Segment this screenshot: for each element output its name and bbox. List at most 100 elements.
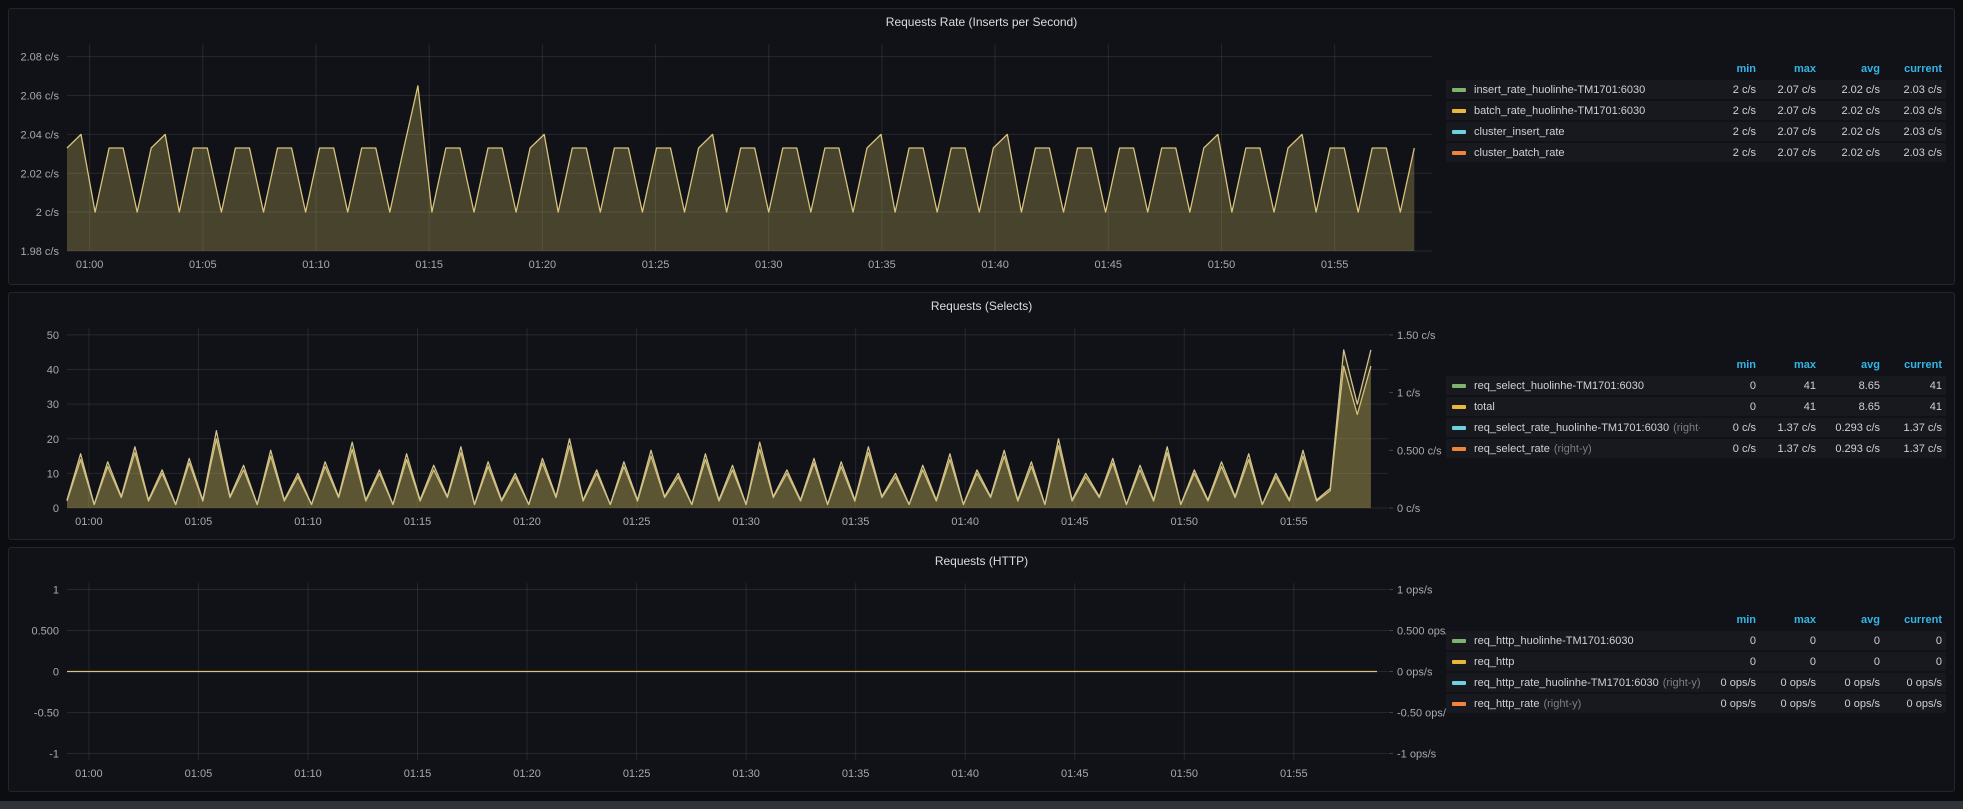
x-tick-label: 01:30	[732, 768, 760, 780]
legend-value-max: 1.37 c/s	[1756, 443, 1816, 455]
legend-series-name[interactable]: req_select_huolinhe-TM1701:6030	[1474, 380, 1644, 392]
legend-header-row: minmaxavgcurrent	[1446, 611, 1946, 629]
x-tick-label: 01:40	[951, 516, 979, 528]
legend-value-min: 0	[1700, 401, 1756, 413]
legend-row: req_http_huolinhe-TM1701:60300000	[1446, 631, 1946, 650]
x-tick-label: 01:45	[1095, 259, 1123, 271]
legend-series-name[interactable]: req_http_rate	[1474, 698, 1539, 710]
legend-series-axis-suffix: (right-y)	[1673, 422, 1700, 434]
legend-series-name[interactable]: req_http_huolinhe-TM1701:6030	[1474, 635, 1634, 647]
legend-series-label: req_http	[1446, 656, 1700, 668]
legend-header-current[interactable]: current	[1880, 359, 1946, 371]
y-tick-label: 2 c/s	[36, 207, 60, 219]
graph-canvas-inserts[interactable]: 01:0001:0501:1001:1501:2001:2501:3001:35…	[17, 34, 1446, 282]
y-tick-label: 10	[47, 468, 59, 480]
panel-body: 01:0001:0501:1001:1501:2001:2501:3001:35…	[17, 318, 1946, 539]
legend-series-name[interactable]: req_select_rate	[1474, 443, 1550, 455]
legend-series-name[interactable]: cluster_batch_rate	[1474, 147, 1565, 159]
legend-row: req_select_rate_huolinhe-TM1701:6030 (rig…	[1446, 418, 1946, 437]
series-color-dash-icon	[1452, 130, 1466, 134]
graph-canvas-http[interactable]: 01:0001:0501:1001:1501:2001:2501:3001:35…	[17, 573, 1446, 791]
x-tick-label: 01:10	[294, 516, 322, 528]
y-tick-label: 0	[53, 667, 59, 679]
x-tick-label: 01:15	[404, 516, 432, 528]
chart-svg[interactable]: 01:0001:0501:1001:1501:2001:2501:3001:35…	[17, 34, 1446, 277]
legend-value-avg: 0.293 c/s	[1816, 443, 1880, 455]
legend-value-current: 2.03 c/s	[1880, 147, 1946, 159]
x-tick-label: 01:05	[185, 516, 213, 528]
series-color-dash-icon	[1452, 639, 1466, 643]
legend-value-min: 2 c/s	[1700, 147, 1756, 159]
legend-series-name[interactable]: req_http	[1474, 656, 1514, 668]
x-tick-label: 01:45	[1061, 516, 1089, 528]
legend-value-current: 0 ops/s	[1880, 677, 1946, 689]
legend-header-current[interactable]: current	[1880, 614, 1946, 626]
x-tick-label: 01:45	[1061, 768, 1089, 780]
panel-title-requests-http[interactable]: Requests (HTTP)	[17, 548, 1946, 573]
legend-header-current[interactable]: current	[1880, 63, 1946, 75]
legend-header-avg[interactable]: avg	[1816, 614, 1880, 626]
legend-series-name[interactable]: req_select_rate_huolinhe-TM1701:6030	[1474, 422, 1669, 434]
panel-title-requests-rate-inserts[interactable]: Requests Rate (Inserts per Second)	[17, 9, 1946, 34]
panel-body: 01:0001:0501:1001:1501:2001:2501:3001:35…	[17, 34, 1946, 282]
legend-value-current: 2.03 c/s	[1880, 126, 1946, 138]
legend-header-max[interactable]: max	[1756, 614, 1816, 626]
legend-value-current: 0	[1880, 656, 1946, 668]
legend-value-max: 2.07 c/s	[1756, 126, 1816, 138]
series-color-dash-icon	[1452, 426, 1466, 430]
legend-value-avg: 0 ops/s	[1816, 677, 1880, 689]
x-tick-label: 01:05	[189, 259, 217, 271]
legend-series-name[interactable]: total	[1474, 401, 1495, 413]
series-color-dash-icon	[1452, 384, 1466, 388]
legend-series-label: req_http_rate(right-y)	[1446, 698, 1700, 710]
legend-series-name[interactable]: insert_rate_huolinhe-TM1701:6030	[1474, 84, 1645, 96]
legend-series-label: req_select_rate (right-y)	[1446, 443, 1700, 455]
y-tick-label: 50	[47, 330, 59, 342]
legend-value-min: 0	[1700, 656, 1756, 668]
y-right-tick-label: -1 ops/s	[1397, 748, 1437, 760]
legend-header-max[interactable]: max	[1756, 359, 1816, 371]
legend-value-max: 2.07 c/s	[1756, 105, 1816, 117]
legend-value-avg: 8.65	[1816, 380, 1880, 392]
legend-header-min[interactable]: min	[1700, 63, 1756, 75]
x-tick-label: 01:35	[842, 768, 870, 780]
series-area-fill	[67, 86, 1414, 251]
legend-row: insert_rate_huolinhe-TM1701:60302 c/s2.0…	[1446, 80, 1946, 99]
legend-row: req_http_rate(right-y)0 ops/s0 ops/s0 op…	[1446, 694, 1946, 713]
panel-requests-rate-inserts: Requests Rate (Inserts per Second) 01:00…	[8, 8, 1955, 285]
legend-series-label: req_http_huolinhe-TM1701:6030	[1446, 635, 1700, 647]
legend-value-current: 0 ops/s	[1880, 698, 1946, 710]
series-color-dash-icon	[1452, 660, 1466, 664]
legend-series-name[interactable]: req_http_rate_huolinhe-TM1701:6030	[1474, 677, 1659, 689]
chart-svg[interactable]: 01:0001:0501:1001:1501:2001:2501:3001:35…	[17, 573, 1446, 786]
x-tick-label: 01:35	[842, 516, 870, 528]
legend-header-avg[interactable]: avg	[1816, 63, 1880, 75]
y-tick-label: 1.98 c/s	[20, 246, 59, 258]
legend-series-name[interactable]: cluster_insert_rate	[1474, 126, 1565, 138]
legend-series-label: req_select_rate_huolinhe-TM1701:6030 (rig…	[1446, 422, 1700, 434]
legend-header-min[interactable]: min	[1700, 614, 1756, 626]
legend-header-max[interactable]: max	[1756, 63, 1816, 75]
legend-series-label: batch_rate_huolinhe-TM1701:6030	[1446, 105, 1700, 117]
graph-canvas-selects[interactable]: 01:0001:0501:1001:1501:2001:2501:3001:35…	[17, 318, 1446, 539]
x-tick-label: 01:10	[294, 768, 322, 780]
legend-header-row: minmaxavgcurrent	[1446, 356, 1946, 374]
x-tick-label: 01:55	[1280, 768, 1308, 780]
y-right-tick-label: 1 ops/s	[1397, 585, 1433, 597]
legend-header-min[interactable]: min	[1700, 359, 1756, 371]
legend-table: minmaxavgcurrent req_select_huolinhe-TM17…	[1446, 356, 1946, 460]
legend-series-axis-suffix: (right-y)	[1554, 443, 1592, 455]
panel-title-requests-selects[interactable]: Requests (Selects)	[17, 293, 1946, 318]
legend-value-avg: 2.02 c/s	[1816, 105, 1880, 117]
legend-value-min: 2 c/s	[1700, 126, 1756, 138]
x-tick-label: 01:20	[513, 516, 541, 528]
x-tick-label: 01:25	[623, 516, 651, 528]
chart-svg[interactable]: 01:0001:0501:1001:1501:2001:2501:3001:35…	[17, 318, 1446, 534]
bottom-edge-bar	[0, 801, 1963, 809]
y-right-tick-label: 0.500 c/s	[1397, 445, 1442, 457]
legend-header-avg[interactable]: avg	[1816, 359, 1880, 371]
legend-value-min: 0 c/s	[1700, 422, 1756, 434]
legend-value-min: 2 c/s	[1700, 105, 1756, 117]
legend-table: minmaxavgcurrent insert_rate_huolinhe-TM1…	[1446, 60, 1946, 164]
legend-series-name[interactable]: batch_rate_huolinhe-TM1701:6030	[1474, 105, 1645, 117]
